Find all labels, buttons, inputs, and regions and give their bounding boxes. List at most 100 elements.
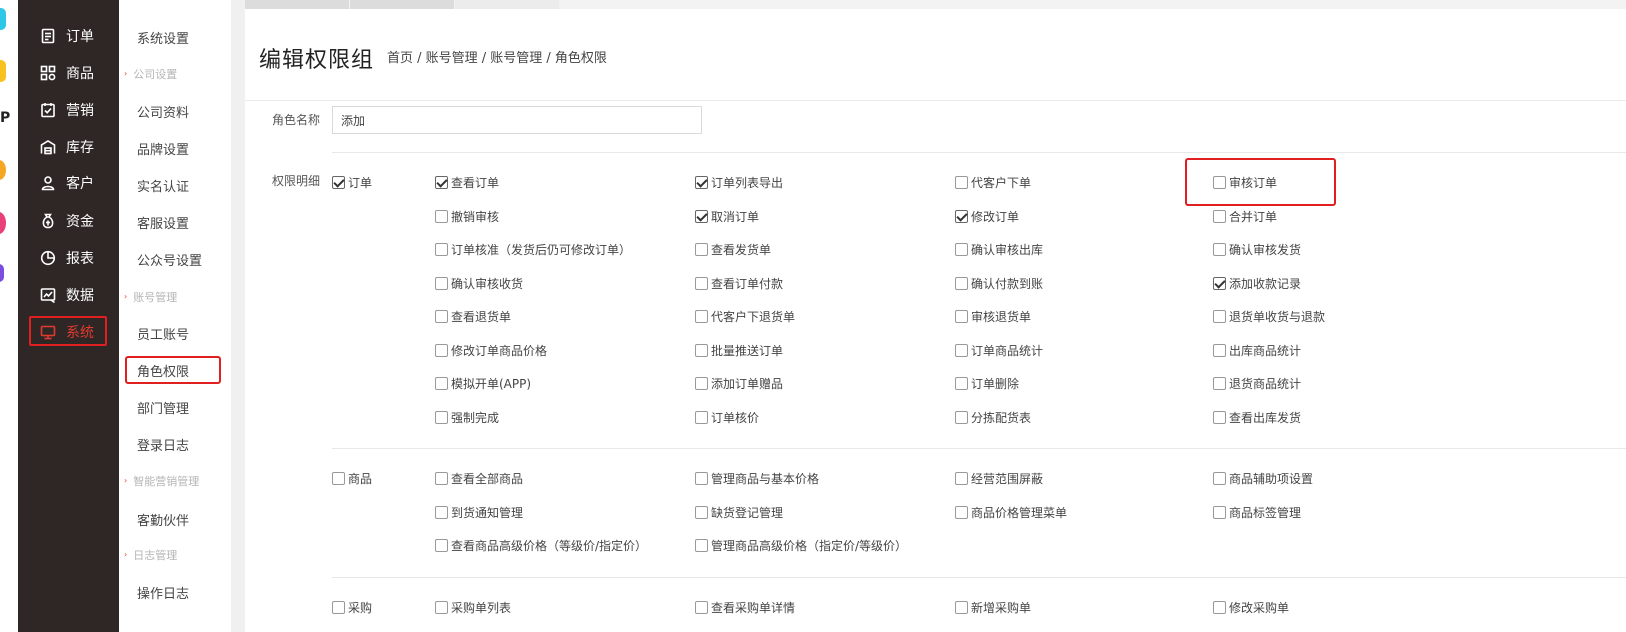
permission-checkbox[interactable]: 查看退货单 [435,308,511,325]
checkbox[interactable] [435,243,448,256]
checkbox[interactable] [1213,410,1226,424]
permission-checkbox[interactable]: 新增采购单 [955,599,1031,616]
permission-checkbox[interactable]: 强制完成 [435,409,499,426]
app-shortcut-icon[interactable] [0,212,6,234]
checkbox[interactable] [955,243,968,256]
permission-checkbox[interactable]: 出库商品统计 [1213,342,1301,359]
subnav-item[interactable]: 客勤伙伴 [137,510,189,529]
permission-checkbox[interactable]: 添加收款记录 [1213,275,1301,292]
checkbox[interactable] [435,343,448,357]
subnav-item[interactable]: 实名认证 [137,176,189,195]
checkbox[interactable] [955,377,968,390]
checkbox[interactable] [435,505,448,519]
checkbox[interactable] [955,176,968,189]
permission-checkbox[interactable]: 查看订单付款 [695,275,783,292]
permission-checkbox[interactable]: 订单核价 [695,409,759,426]
nav-item-marketing[interactable]: 营销 [40,99,94,121]
checkbox[interactable] [955,343,968,357]
permission-checkbox[interactable]: 合并订单 [1213,208,1277,225]
permission-checkbox[interactable]: 分拣配货表 [955,409,1031,426]
checkbox[interactable] [695,601,708,614]
app-shortcut-icon[interactable] [0,160,6,180]
checkbox[interactable] [695,310,708,323]
subnav-item[interactable]: 公众号设置 [137,250,202,269]
checkbox[interactable] [695,539,708,552]
permission-checkbox[interactable]: 批量推送订单 [695,342,783,359]
checkbox[interactable] [1213,176,1226,189]
checkbox[interactable] [435,601,448,614]
permission-checkbox[interactable]: 商品价格管理菜单 [955,504,1067,521]
checkbox[interactable] [1213,209,1226,223]
checkbox[interactable] [695,243,708,256]
app-shortcut-icon[interactable] [0,264,4,282]
breadcrumb[interactable]: 首页 / 账号管理 / 账号管理 / 角色权限 [387,47,607,66]
checkbox[interactable] [695,505,708,519]
checkbox[interactable] [955,410,968,424]
permission-checkbox[interactable]: 模拟开单(APP) [435,375,531,392]
permission-checkbox[interactable]: 代客户下单 [955,174,1031,191]
subnav-item[interactable]: 公司资料 [137,102,189,121]
subnav-item[interactable]: 员工账号 [137,324,189,343]
permission-checkbox[interactable]: 查看商品高级价格（等级价/指定价） [435,537,647,554]
permission-group-goods[interactable]: 商品 [332,470,372,487]
tab[interactable] [350,0,454,9]
tab[interactable] [245,0,349,9]
permission-checkbox[interactable]: 商品标签管理 [1213,504,1301,521]
permission-checkbox[interactable]: 订单删除 [955,375,1019,392]
checkbox[interactable] [332,472,345,485]
checkbox[interactable] [1213,505,1226,519]
checkbox[interactable] [435,472,448,485]
checkbox[interactable] [695,343,708,357]
checkbox[interactable] [695,472,708,485]
permission-checkbox[interactable]: 查看采购单详情 [695,599,795,616]
nav-item-report[interactable]: 报表 [40,247,94,269]
checkbox[interactable] [695,377,708,390]
checkbox[interactable] [695,209,708,223]
permission-checkbox[interactable]: 取消订单 [695,208,759,225]
checkbox[interactable] [695,410,708,424]
checkbox[interactable] [1213,276,1226,290]
checkbox[interactable] [1213,310,1226,323]
permission-checkbox[interactable]: 管理商品与基本价格 [695,470,819,487]
subnav-item[interactable]: 操作日志 [137,583,189,602]
checkbox[interactable] [435,377,448,390]
checkbox[interactable] [955,310,968,323]
role-name-input[interactable] [332,106,702,134]
permission-checkbox[interactable]: 缺货登记管理 [695,504,783,521]
checkbox[interactable] [955,505,968,519]
nav-item-data[interactable]: 数据 [40,284,94,306]
permission-checkbox[interactable]: 审核订单 [1213,174,1277,191]
permission-checkbox[interactable]: 订单列表导出 [695,174,783,191]
permission-group-order[interactable]: 订单 [332,174,372,191]
checkbox[interactable] [435,539,448,552]
checkbox[interactable] [955,601,968,614]
permission-checkbox[interactable]: 查看出库发货 [1213,409,1301,426]
permission-checkbox[interactable]: 经营范围屏蔽 [955,470,1043,487]
permission-checkbox[interactable]: 确认审核出库 [955,241,1043,258]
nav-item-goods[interactable]: 商品 [40,62,94,84]
checkbox[interactable] [695,176,708,189]
checkbox[interactable] [1213,343,1226,357]
checkbox[interactable] [955,209,968,223]
permission-checkbox[interactable]: 修改采购单 [1213,599,1289,616]
subnav-item[interactable]: 系统设置 [137,28,189,47]
permission-checkbox[interactable]: 管理商品高级价格（指定价/等级价） [695,537,907,554]
checkbox[interactable] [1213,601,1226,614]
subnav-item[interactable]: 品牌设置 [137,139,189,158]
permission-checkbox[interactable]: 查看订单 [435,174,499,191]
permission-group-purchase[interactable]: 采购 [332,599,372,616]
checkbox[interactable] [1213,472,1226,485]
permission-checkbox[interactable]: 到货通知管理 [435,504,523,521]
permission-checkbox[interactable]: 修改订单 [955,208,1019,225]
permission-checkbox[interactable]: 订单商品统计 [955,342,1043,359]
permission-checkbox[interactable]: 商品辅助项设置 [1213,470,1313,487]
permission-checkbox[interactable]: 修改订单商品价格 [435,342,547,359]
tab[interactable] [455,0,559,9]
permission-checkbox[interactable]: 采购单列表 [435,599,511,616]
permission-checkbox[interactable]: 退货商品统计 [1213,375,1301,392]
checkbox[interactable] [435,276,448,290]
subnav-item[interactable]: 登录日志 [137,435,189,454]
checkbox[interactable] [332,176,345,189]
permission-checkbox[interactable]: 确认付款到账 [955,275,1043,292]
permission-checkbox[interactable]: 查看全部商品 [435,470,523,487]
